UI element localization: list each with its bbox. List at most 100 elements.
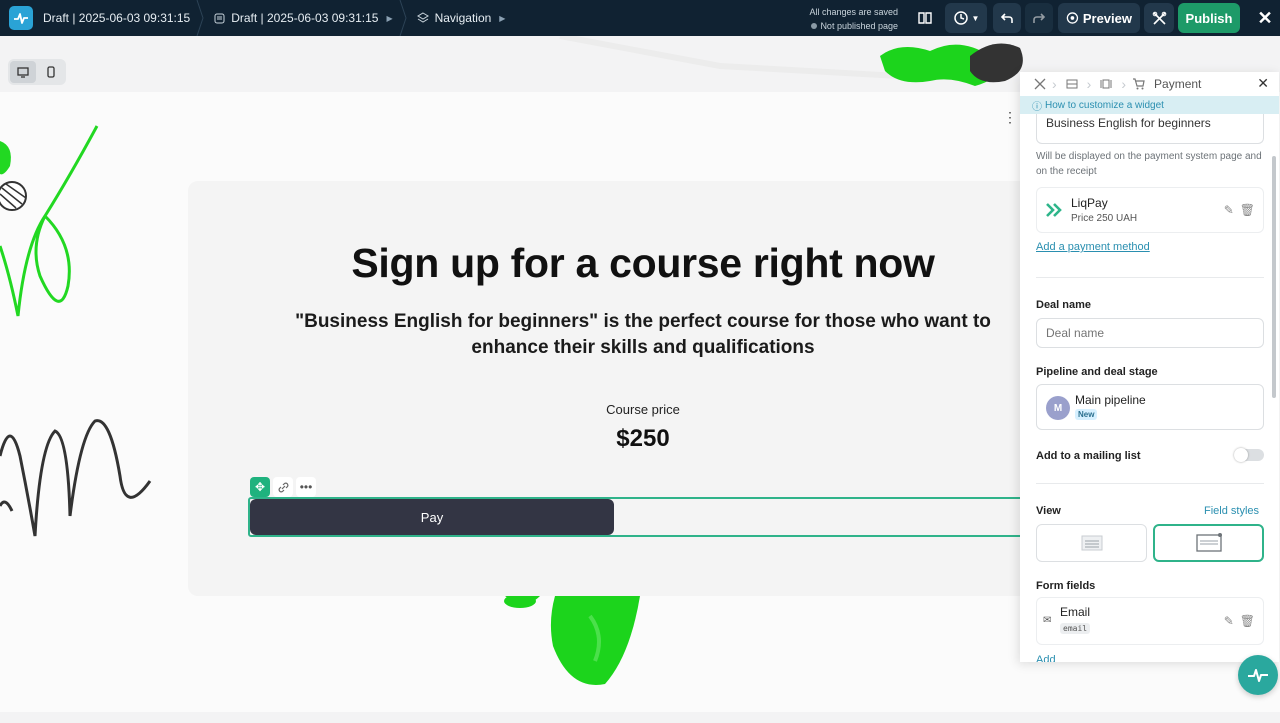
breadcrumb-section-icon[interactable] <box>1059 79 1085 89</box>
breadcrumb-container-icon[interactable] <box>1093 79 1119 89</box>
page-icon <box>214 13 225 23</box>
liqpay-logo-icon <box>1046 203 1062 217</box>
breadcrumb-page[interactable]: Draft | 2025-06-03 09:31:15 ▶ <box>200 0 407 36</box>
price-label: Course price <box>606 402 680 417</box>
product-name-value: Business English for beginners <box>1046 116 1211 130</box>
payment-method-card[interactable]: LiqPay Price 250 UAH ✎ 🗑 <box>1036 187 1264 233</box>
trash-icon[interactable]: 🗑 <box>1240 203 1255 217</box>
pulse-icon <box>1248 669 1268 682</box>
pay-button[interactable]: Pay <box>250 499 614 535</box>
edit-icon[interactable]: ✎ <box>1224 614 1234 628</box>
view-option-list[interactable] <box>1036 524 1147 562</box>
edit-icon[interactable]: ✎ <box>1224 203 1234 217</box>
product-name-hint: Will be displayed on the payment system … <box>1036 151 1262 177</box>
divider <box>1036 277 1264 278</box>
panel-scrollbar[interactable] <box>1272 156 1276 398</box>
deal-stage-badge: New <box>1075 409 1098 420</box>
close-icon: ✕ <box>1257 7 1273 28</box>
desktop-icon <box>17 66 29 78</box>
eye-icon <box>1066 12 1079 24</box>
publish-status-text: Not published page <box>820 21 898 31</box>
device-toggle <box>8 59 66 85</box>
save-status: All changes are saved Not published page <box>790 5 898 33</box>
preview-button[interactable]: Preview <box>1058 3 1140 33</box>
undo-button[interactable] <box>993 3 1021 33</box>
breadcrumb-site[interactable]: Draft | 2025-06-03 09:31:15 <box>33 0 204 36</box>
info-icon: ⓘ <box>1032 101 1042 113</box>
form-field-actions: ✎ 🗑 <box>1224 614 1255 628</box>
undo-icon <box>1000 13 1013 23</box>
add-payment-method-link[interactable]: Add a payment method <box>1036 241 1150 253</box>
view-label: View <box>1036 505 1061 517</box>
product-name-field[interactable]: Business English for beginners <box>1036 114 1264 144</box>
preview-label: Preview <box>1082 10 1132 26</box>
top-bar: Draft | 2025-06-03 09:31:15 Draft | 2025… <box>0 0 1280 36</box>
list-layout-icon <box>1081 535 1102 551</box>
book-button[interactable] <box>912 3 938 33</box>
pipeline-name: Main pipeline <box>1075 393 1146 407</box>
history-button[interactable]: ▼ <box>945 3 987 33</box>
redo-button[interactable] <box>1025 3 1053 33</box>
panel-scroll-area[interactable]: Business English for beginners Will be d… <box>1020 114 1279 662</box>
deal-name-label: Deal name <box>1036 299 1092 311</box>
publish-label: Publish <box>1185 10 1233 26</box>
mobile-icon <box>47 66 55 78</box>
publish-button[interactable]: Publish <box>1178 3 1240 33</box>
layers-icon <box>416 12 429 23</box>
page-title: Sign up for a course right now <box>351 240 935 286</box>
close-panel-icon[interactable]: ✕ <box>1257 75 1269 92</box>
divider <box>1036 483 1264 484</box>
trash-icon[interactable]: 🗑 <box>1240 614 1255 628</box>
envelope-icon: ✉ <box>1043 615 1052 626</box>
page-subtitle: "Business English for beginners" is the … <box>295 311 991 358</box>
breadcrumb-site-label: Draft | 2025-06-03 09:31:15 <box>43 11 191 25</box>
publish-status: Not published page <box>790 19 898 33</box>
mobile-view-button[interactable] <box>38 61 64 83</box>
breadcrumb-tools-icon[interactable] <box>1030 78 1050 90</box>
chevron-right-icon: › <box>1086 76 1092 92</box>
tools-button[interactable] <box>1144 3 1174 33</box>
link-icon[interactable] <box>273 477 293 497</box>
tools-icon <box>1152 11 1166 25</box>
breadcrumb-page-label: Draft | 2025-06-03 09:31:15 <box>231 11 379 25</box>
status-dot-icon <box>811 23 818 29</box>
pipeline-label: Pipeline and deal stage <box>1036 366 1158 378</box>
chevron-right-icon: › <box>1121 76 1127 92</box>
help-link[interactable]: How to customize a widget <box>1045 100 1164 111</box>
add-field-link[interactable]: Add <box>1036 654 1056 662</box>
form-fields-label: Form fields <box>1036 580 1096 592</box>
app-logo-icon[interactable] <box>9 6 33 30</box>
close-editor-button[interactable]: ✕ <box>1252 3 1278 33</box>
history-icon <box>953 11 968 25</box>
form-field-key: email <box>1060 623 1091 634</box>
chevron-right-icon: › <box>1052 76 1057 92</box>
chevron-down-icon: ▼ <box>971 13 980 23</box>
price-value: $250 <box>616 425 670 452</box>
mailing-list-label: Add to a mailing list <box>1036 450 1141 462</box>
mailing-list-toggle[interactable] <box>1234 448 1264 462</box>
widget-settings-panel: › › › Payment ✕ ⓘ How to customize a wid… <box>1020 72 1279 662</box>
breadcrumb-navigation-label: Navigation <box>434 11 492 25</box>
book-icon <box>918 12 932 24</box>
card-layout-icon <box>1195 533 1222 552</box>
pipeline-avatar: M <box>1046 396 1070 420</box>
chevron-right-icon: ▶ <box>499 13 506 23</box>
help-banner[interactable]: ⓘ How to customize a widget <box>1020 96 1279 114</box>
desktop-view-button[interactable] <box>10 61 36 83</box>
more-icon[interactable]: ••• <box>296 477 316 497</box>
form-field-name: Email <box>1060 605 1091 619</box>
breadcrumb-navigation[interactable]: Navigation ▶ <box>403 0 516 36</box>
payment-method-name: LiqPay <box>1071 196 1108 210</box>
widget-toolbar: ✥ ••• <box>250 477 316 497</box>
cart-icon <box>1128 78 1148 90</box>
deal-name-input[interactable] <box>1036 318 1264 348</box>
move-icon[interactable]: ✥ <box>250 477 270 497</box>
payment-method-actions: ✎ 🗑 <box>1224 203 1255 217</box>
support-chat-button[interactable] <box>1238 655 1278 695</box>
form-field-email[interactable]: ✉ Email email ✎ 🗑 <box>1036 597 1264 645</box>
payment-method-price: Price 250 UAH <box>1071 213 1138 224</box>
view-option-card[interactable] <box>1153 524 1264 562</box>
panel-breadcrumb: › › › Payment ✕ <box>1020 72 1279 96</box>
pipeline-select[interactable]: M Main pipeline New <box>1036 384 1264 430</box>
field-styles-link[interactable]: Field styles <box>1204 505 1259 517</box>
